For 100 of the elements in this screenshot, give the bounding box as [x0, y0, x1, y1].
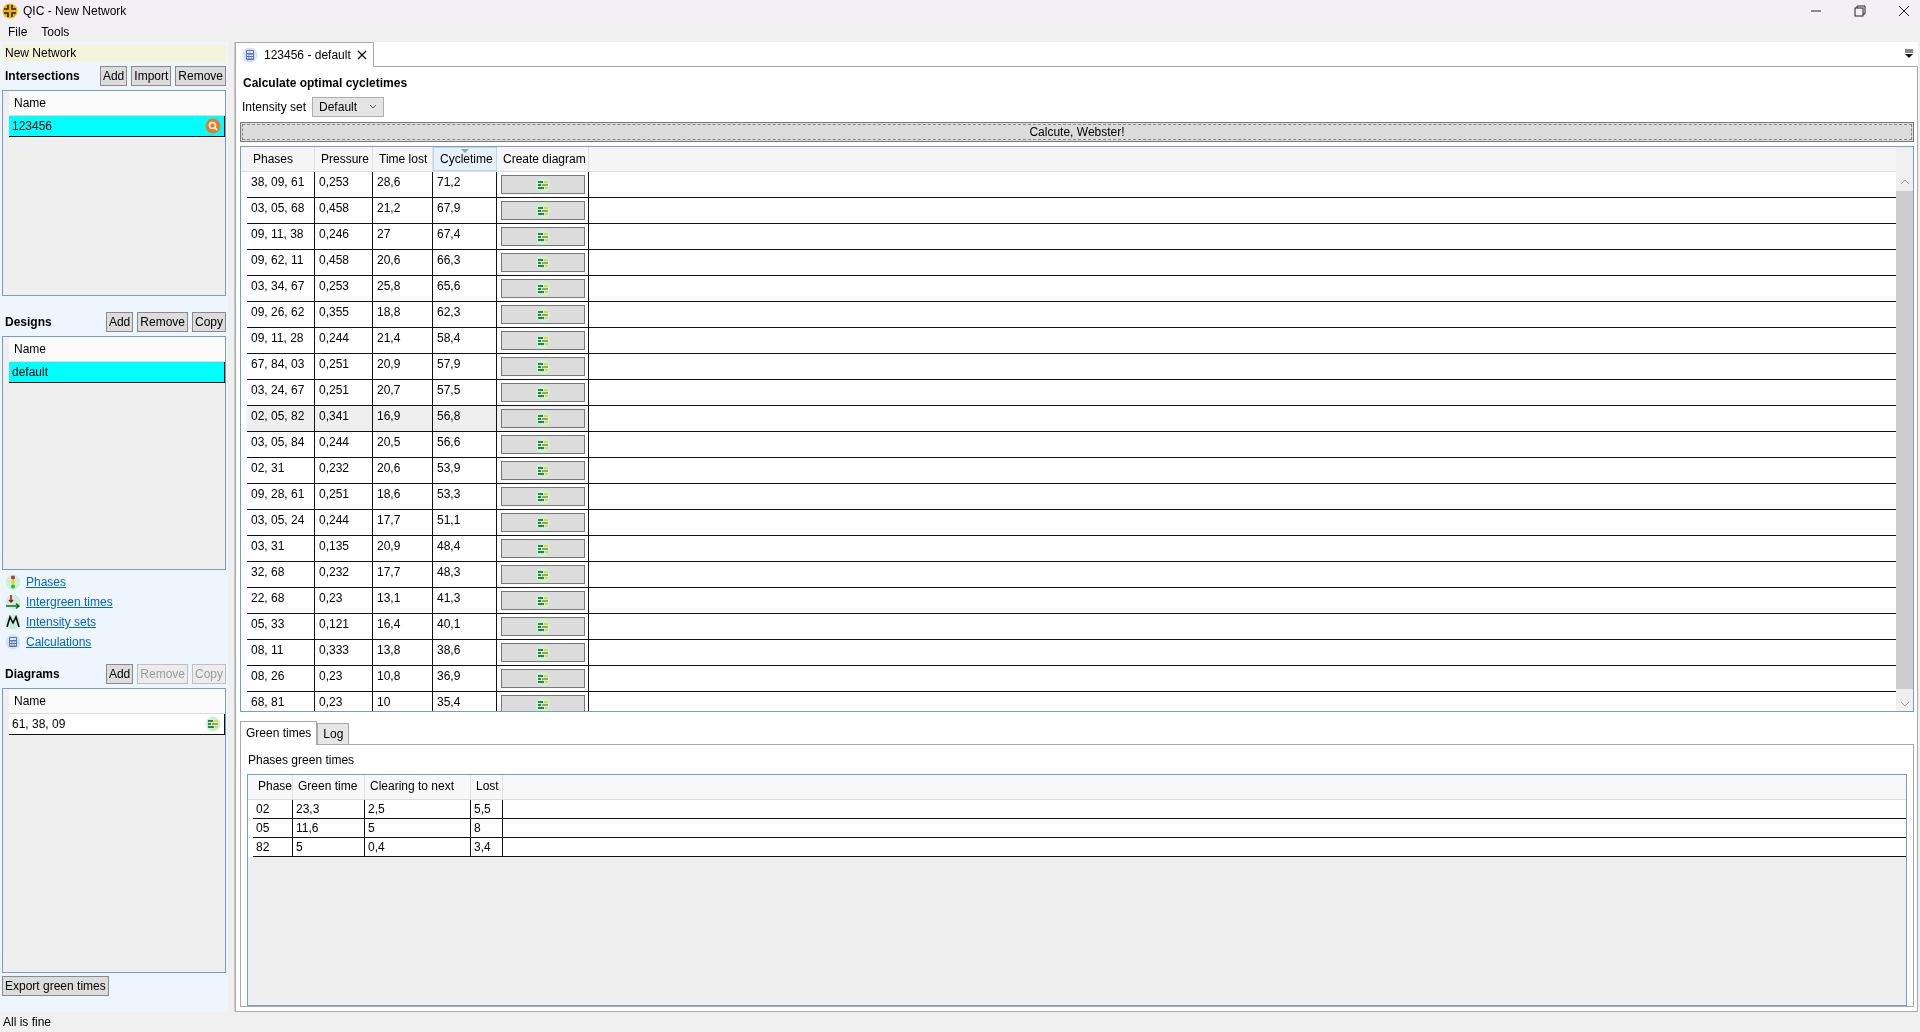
panel-title: Calculate optimal cycletimes [242, 75, 409, 92]
table-cell: 09, 28, 61 [247, 484, 315, 510]
designs-button[interactable]: Copy [192, 312, 226, 332]
chevron-down-icon [369, 104, 378, 110]
table-cell: 57,9 [433, 354, 497, 380]
table-row[interactable]: 09, 62, 11 0,458 20,6 66,3 [241, 250, 1896, 276]
create-diagram-button[interactable] [500, 227, 585, 246]
designs-button[interactable]: Add [105, 312, 134, 332]
list-item[interactable]: 123456 [9, 116, 225, 137]
column-header[interactable]: Green time [293, 775, 365, 799]
create-diagram-button[interactable] [500, 643, 585, 662]
column-header: Name [13, 96, 46, 110]
column-header[interactable]: Clearing to next [365, 775, 471, 799]
menu-item[interactable]: File [8, 25, 28, 39]
table-row[interactable]: 05, 33 0,121 16,4 40,1 [241, 614, 1896, 640]
intersections-button[interactable]: Remove [175, 66, 226, 86]
calculate-button[interactable]: Calcute, Webster! [240, 122, 1914, 142]
table-row[interactable]: 09, 26, 62 0,355 18,8 62,3 [241, 302, 1896, 328]
nav-link[interactable]: Phases [26, 575, 67, 589]
table-row[interactable]: 38, 09, 61 0,253 28,6 71,2 [241, 172, 1896, 198]
table-cell: 0,4 [365, 838, 471, 857]
table-cell: 0,341 [315, 406, 373, 432]
create-diagram-button[interactable] [500, 617, 585, 636]
column-header[interactable]: Cycletime [433, 147, 497, 171]
table-row[interactable]: 08, 26 0,23 10,8 36,9 [241, 666, 1896, 692]
diagrams-button[interactable]: Add [105, 664, 134, 684]
table-cell: 09, 11, 28 [247, 328, 315, 354]
create-diagram-button[interactable] [500, 669, 585, 688]
create-diagram-button[interactable] [500, 591, 585, 610]
column-header[interactable]: Phase [253, 775, 293, 799]
create-diagram-button[interactable] [500, 539, 585, 558]
table-row[interactable]: 03, 31 0,135 20,9 48,4 [241, 536, 1896, 562]
table-cell: 67,9 [433, 198, 497, 224]
table-cell: 09, 26, 62 [247, 302, 315, 328]
table-row[interactable]: 03, 24, 67 0,251 20,7 57,5 [241, 380, 1896, 406]
create-diagram-button[interactable] [500, 565, 585, 584]
create-diagram-button[interactable] [500, 357, 585, 376]
table-cell: 21,2 [373, 198, 433, 224]
export-button[interactable]: Export green times [2, 976, 109, 996]
intersections-button[interactable]: Import [131, 66, 172, 86]
create-diagram-button[interactable] [500, 279, 585, 298]
create-diagram-button[interactable] [500, 331, 585, 350]
diagram-icon [534, 228, 551, 245]
table-row[interactable]: 09, 11, 38 0,246 27 67,4 [241, 224, 1896, 250]
document-tab[interactable]: 123456 - default [235, 42, 374, 67]
menu-item[interactable]: Tools [41, 25, 70, 39]
table-row[interactable]: 09, 28, 61 0,251 18,6 53,3 [241, 484, 1896, 510]
table-row[interactable]: 68, 81 0,23 10 35,4 [241, 692, 1896, 711]
create-diagram-button[interactable] [500, 487, 585, 506]
table-row[interactable]: 67, 84, 03 0,251 20,9 57,9 [241, 354, 1896, 380]
nav-link[interactable]: Calculations [26, 635, 92, 649]
tab[interactable]: Green times [240, 721, 318, 745]
table-row[interactable]: 02, 31 0,232 20,6 53,9 [241, 458, 1896, 484]
table-row[interactable]: 03, 34, 67 0,253 25,8 65,6 [241, 276, 1896, 302]
create-diagram-button[interactable] [500, 409, 585, 428]
table-cell: 0,135 [315, 536, 373, 562]
diagram-icon [534, 436, 551, 453]
create-diagram-button[interactable] [500, 513, 585, 532]
intensity-dropdown[interactable]: Default [312, 97, 385, 117]
table-cell: 21,4 [373, 328, 433, 354]
table-row[interactable]: 02, 05, 82 0,341 16,9 56,8 [241, 406, 1896, 432]
table-cell: 25,8 [373, 276, 433, 302]
table-cell: 67, 84, 03 [247, 354, 315, 380]
tab[interactable]: Log [317, 723, 350, 744]
create-diagram-button[interactable] [500, 201, 585, 220]
table-cell: 62,3 [433, 302, 497, 328]
intersections-button[interactable]: Add [99, 66, 128, 86]
list-item[interactable]: 61, 38, 09 [9, 714, 225, 735]
table-row[interactable]: 08, 11 0,333 13,8 38,6 [241, 640, 1896, 666]
list-item[interactable]: default [9, 362, 225, 383]
create-diagram-button[interactable] [500, 175, 585, 194]
create-diagram-button[interactable] [500, 253, 585, 272]
table-row[interactable]: 22, 68 0,23 13,1 41,3 [241, 588, 1896, 614]
table-cell: 0,251 [315, 354, 373, 380]
column-header[interactable]: Pressure [315, 147, 373, 171]
diagram-icon [534, 176, 551, 193]
create-diagram-button[interactable] [500, 461, 585, 480]
table-cell: 0,251 [315, 484, 373, 510]
create-diagram-button[interactable] [500, 305, 585, 324]
table-row[interactable]: 03, 05, 24 0,244 17,7 51,1 [241, 510, 1896, 536]
table-cell: 17,7 [373, 510, 433, 536]
create-diagram-button[interactable] [500, 435, 585, 454]
nav-link[interactable]: Intergreen times [26, 595, 113, 609]
table-row[interactable]: 32, 68 0,232 17,7 48,3 [241, 562, 1896, 588]
create-diagram-button[interactable] [500, 383, 585, 402]
close-icon [356, 50, 367, 60]
table-row[interactable]: 03, 05, 84 0,244 20,5 56,6 [241, 432, 1896, 458]
designs-button[interactable]: Remove [137, 312, 188, 332]
table-cell: 03, 34, 67 [247, 276, 315, 302]
table-row[interactable]: 03, 05, 68 0,458 21,2 67,9 [241, 198, 1896, 224]
column-header[interactable]: Phases [247, 147, 315, 171]
create-diagram-button[interactable] [500, 695, 585, 711]
table-cell: 56,6 [433, 432, 497, 458]
table-cell: 38,6 [433, 640, 497, 666]
table-row[interactable]: 09, 11, 28 0,244 21,4 58,4 [241, 328, 1896, 354]
diagram-icon [534, 566, 551, 583]
column-header[interactable]: Create diagram [497, 147, 589, 171]
table-cell: 56,8 [433, 406, 497, 432]
nav-link[interactable]: Intensity sets [26, 615, 97, 629]
column-header[interactable]: Lost [471, 775, 503, 799]
